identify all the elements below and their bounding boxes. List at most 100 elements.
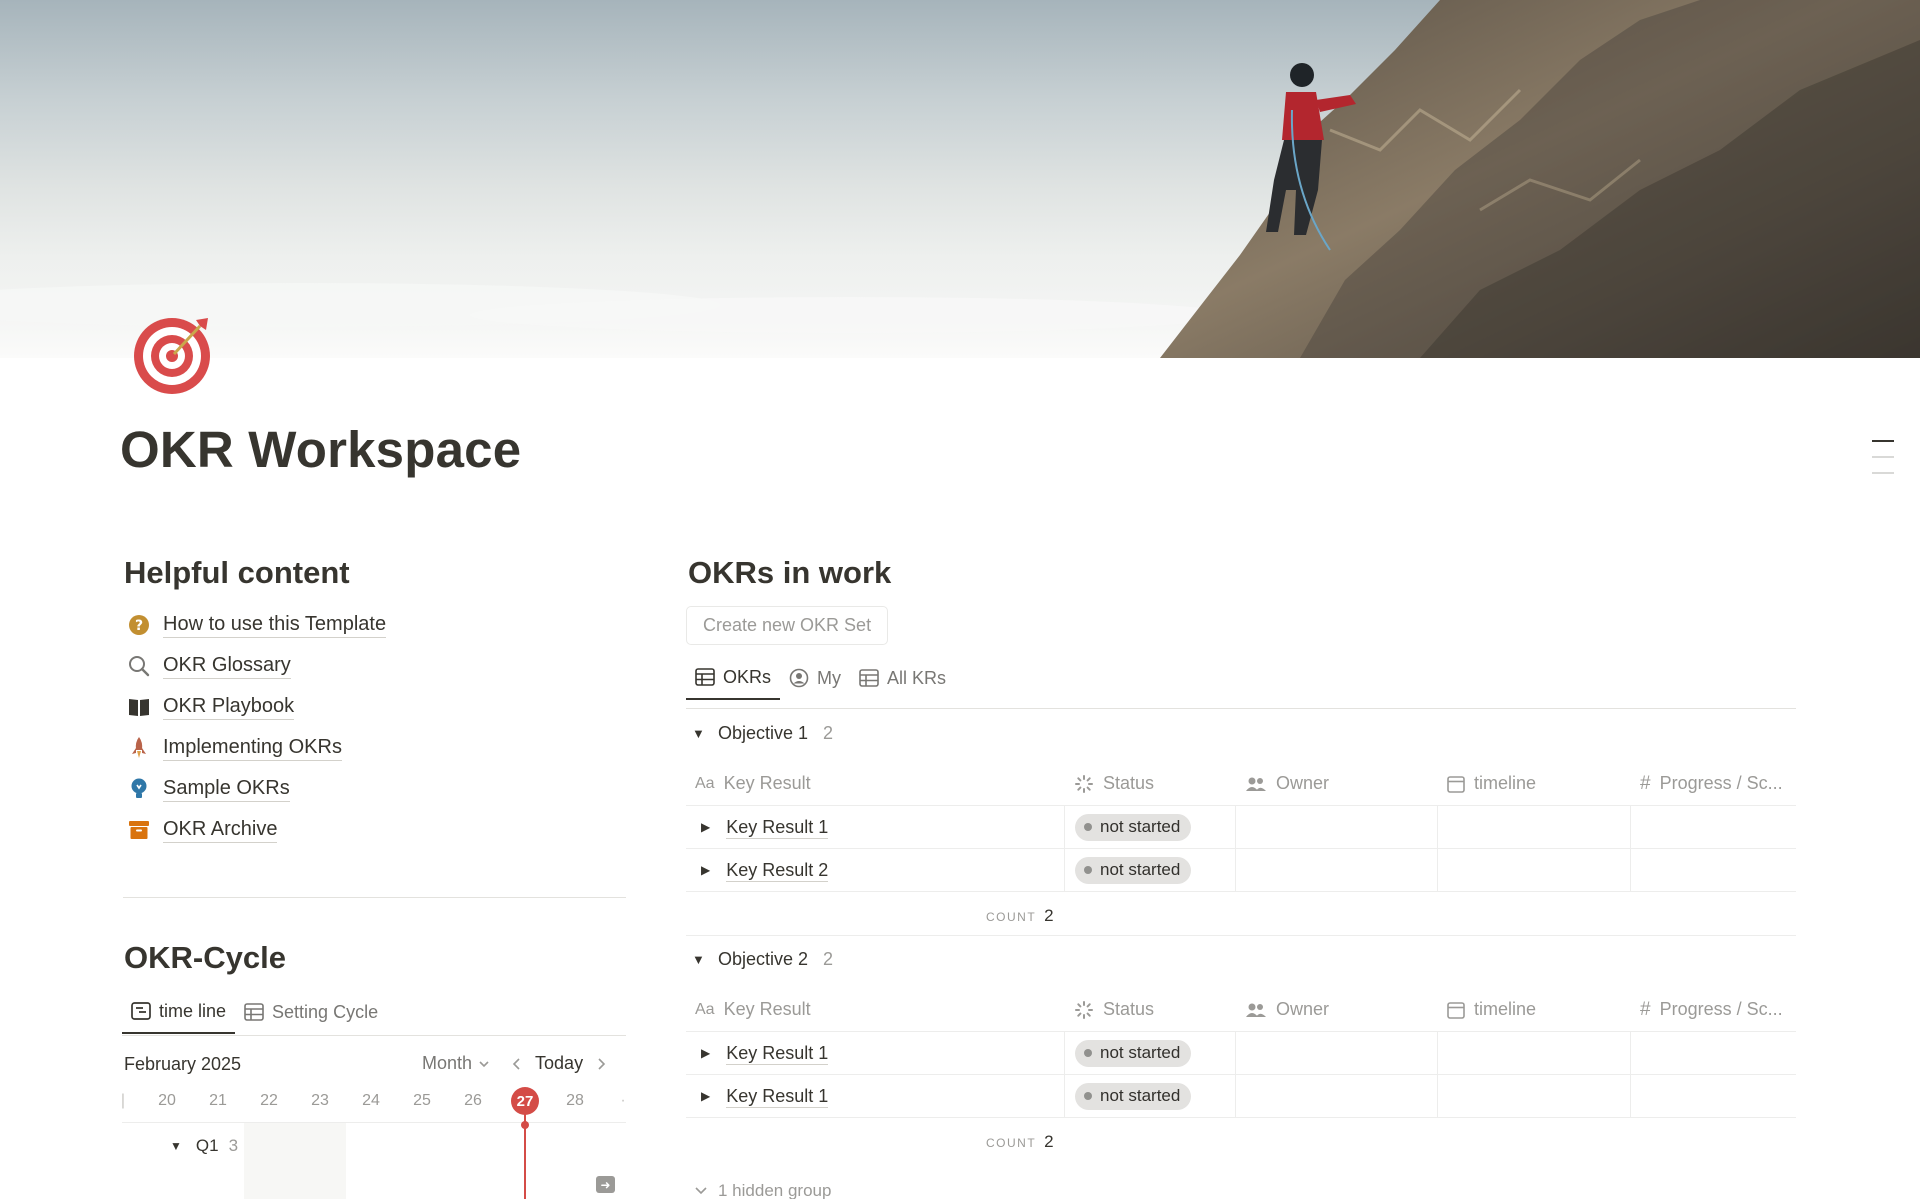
timeline-controls: Month Today — [422, 1053, 607, 1074]
okr-cycle-heading: OKR-Cycle — [124, 940, 286, 975]
timeline-cell[interactable] — [1437, 1032, 1630, 1074]
timeline-cell[interactable] — [1437, 1075, 1630, 1117]
progress-cell[interactable] — [1630, 1075, 1796, 1117]
table-row[interactable]: ▶ Key Result 1 not started — [686, 1075, 1796, 1118]
link-implementing-okrs[interactable]: Implementing OKRs — [126, 727, 626, 768]
column-header-progress[interactable]: # Progress / Sc... — [1630, 762, 1796, 805]
group-count-summary[interactable]: COUNT 2 — [986, 1132, 1054, 1152]
today-button[interactable]: Today — [535, 1053, 583, 1074]
target-icon[interactable] — [130, 312, 214, 396]
chevron-down-icon — [695, 1187, 707, 1195]
column-header-owner[interactable]: Owner — [1235, 762, 1437, 805]
rocket-icon — [126, 735, 152, 761]
link-label: How to use this Template — [163, 612, 387, 638]
link-how-to-use[interactable]: ? How to use this Template — [126, 604, 626, 645]
people-icon — [1246, 1003, 1266, 1017]
tab-setting-cycle[interactable]: Setting Cycle — [235, 990, 387, 1034]
day-tick: 25 — [413, 1092, 431, 1109]
group-objective-2[interactable]: ▼ Objective 2 2 — [692, 949, 833, 970]
column-header-status[interactable]: Status — [1064, 988, 1235, 1031]
status-loader-icon — [1075, 774, 1093, 793]
owner-cell[interactable] — [1235, 849, 1437, 891]
group-count-summary[interactable]: COUNT 2 — [986, 906, 1054, 926]
timeline-month-label: February 2025 — [124, 1054, 242, 1074]
status-badge: not started — [1075, 813, 1192, 841]
tab-time-line[interactable]: time line — [122, 990, 236, 1034]
tab-my[interactable]: My — [780, 656, 850, 700]
table-icon — [244, 1003, 264, 1021]
day-tick: 23 — [311, 1092, 329, 1109]
group-objective-1[interactable]: ▼ Objective 1 2 — [692, 723, 833, 744]
count-label: COUNT — [986, 1136, 1037, 1150]
hash-icon: # — [1640, 772, 1651, 794]
open-book-icon — [126, 694, 152, 720]
owner-cell[interactable] — [1235, 1075, 1437, 1117]
table-icon — [695, 668, 715, 686]
toc-marker[interactable] — [1872, 440, 1894, 442]
link-okr-archive[interactable]: OKR Archive — [126, 809, 626, 850]
timeline-canvas[interactable]: | 20 21 22 23 24 25 26 27 28 · ▼ Q1 3 ➜ — [122, 1086, 626, 1199]
arrow-right-icon[interactable]: ➜ — [596, 1176, 615, 1193]
triangle-right-icon[interactable]: ▶ — [701, 1089, 710, 1103]
key-result-name[interactable]: Key Result 2 — [726, 859, 829, 882]
tab-label: OKRs — [723, 666, 772, 687]
column-label: timeline — [1474, 773, 1537, 793]
svg-text:?: ? — [135, 618, 143, 634]
column-header-timeline[interactable]: timeline — [1437, 988, 1630, 1031]
column-header-status[interactable]: Status — [1064, 762, 1235, 805]
triangle-right-icon[interactable]: ▶ — [701, 1046, 710, 1060]
timeline-cell[interactable] — [1437, 849, 1630, 891]
link-sample-okrs[interactable]: Sample OKRs — [126, 768, 626, 809]
day-tick: · — [620, 1092, 626, 1109]
chevron-down-icon — [479, 1060, 489, 1067]
column-header-progress[interactable]: # Progress / Sc... — [1630, 988, 1796, 1031]
lightbulb-icon — [126, 776, 152, 802]
tab-label: My — [817, 667, 842, 688]
tab-label: All KRs — [887, 667, 947, 688]
column-header-owner[interactable]: Owner — [1235, 988, 1437, 1031]
toc-marker[interactable] — [1872, 456, 1894, 458]
tab-okrs[interactable]: OKRs — [686, 656, 781, 700]
day-tick: 26 — [464, 1092, 482, 1109]
create-okr-set-button[interactable]: Create new OKR Set — [686, 606, 889, 645]
toc-marker[interactable] — [1872, 472, 1894, 474]
triangle-down-icon[interactable]: ▼ — [692, 952, 706, 967]
column-header-timeline[interactable]: timeline — [1437, 762, 1630, 805]
column-header-key-result[interactable]: Aa Key Result — [686, 988, 1064, 1031]
progress-cell[interactable] — [1630, 1032, 1796, 1074]
key-result-name[interactable]: Key Result 1 — [726, 1042, 829, 1065]
group-name: Q1 — [195, 1136, 219, 1155]
column-label: Status — [1103, 999, 1155, 1019]
chevron-left-icon[interactable] — [511, 1056, 523, 1072]
tab-label: Setting Cycle — [272, 1001, 379, 1022]
status-badge: not started — [1075, 1039, 1192, 1067]
timeline-day-header: | 20 21 22 23 24 25 26 27 28 · — [122, 1086, 626, 1116]
chevron-right-icon[interactable] — [595, 1056, 607, 1072]
triangle-right-icon[interactable]: ▶ — [701, 863, 710, 877]
triangle-down-icon[interactable]: ▼ — [692, 726, 706, 741]
table-row[interactable]: ▶ Key Result 1 not started — [686, 806, 1796, 849]
key-result-name[interactable]: Key Result 1 — [726, 816, 829, 839]
count-value: 2 — [1044, 906, 1054, 925]
timeline-cell[interactable] — [1437, 806, 1630, 848]
table-row[interactable]: ▶ Key Result 2 not started — [686, 849, 1796, 892]
column-label: Key Result — [723, 773, 811, 793]
table-row[interactable]: ▶ Key Result 1 not started — [686, 1032, 1796, 1075]
link-okr-playbook[interactable]: OKR Playbook — [126, 686, 626, 727]
progress-cell[interactable] — [1630, 806, 1796, 848]
column-header-key-result[interactable]: Aa Key Result — [686, 762, 1064, 805]
table-of-contents-minimap[interactable] — [1872, 440, 1894, 488]
tab-label: time line — [159, 1000, 227, 1021]
timeline-group-q1[interactable]: ▼ Q1 3 — [170, 1136, 238, 1156]
column-label: Progress / Sc... — [1659, 773, 1783, 793]
owner-cell[interactable] — [1235, 806, 1437, 848]
link-okr-glossary[interactable]: OKR Glossary — [126, 645, 626, 686]
page-cover-image — [0, 0, 1920, 358]
key-result-name[interactable]: Key Result 1 — [726, 1085, 829, 1108]
timeline-zoom-select[interactable]: Month — [422, 1053, 491, 1074]
progress-cell[interactable] — [1630, 849, 1796, 891]
hidden-groups-toggle[interactable]: 1 hidden group — [694, 1181, 831, 1199]
triangle-right-icon[interactable]: ▶ — [701, 820, 710, 834]
owner-cell[interactable] — [1235, 1032, 1437, 1074]
tab-all-krs[interactable]: All KRs — [850, 656, 955, 700]
